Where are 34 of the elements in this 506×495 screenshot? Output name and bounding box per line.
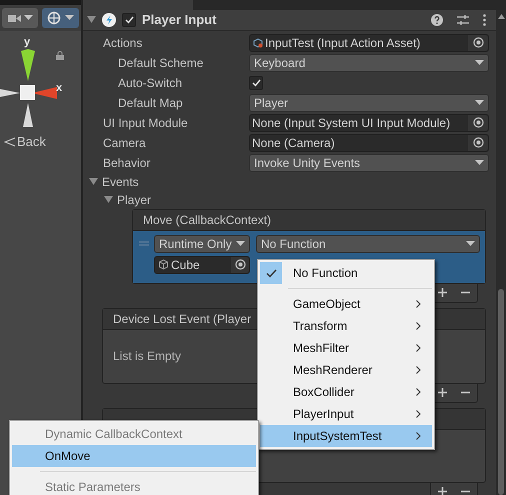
property-label: Auto-Switch [117, 74, 184, 92]
back-link[interactable]: Back [4, 132, 46, 152]
property-label: Camera [103, 134, 147, 152]
property-label: Default Map [117, 94, 184, 112]
dropdown[interactable]: Invoke Unity Events [249, 154, 489, 172]
submenu-item[interactable]: MeshFilter [260, 337, 432, 359]
function-dropdown[interactable]: No Function [256, 234, 480, 252]
y-axis-label: y [24, 35, 30, 50]
property-label: Behavior [103, 154, 152, 172]
menu-section-header: Dynamic CallbackContext [45, 426, 182, 443]
component-header[interactable]: Player Input [83, 10, 496, 30]
object-field[interactable]: None (Camera) [249, 134, 489, 152]
property-label: Actions [103, 34, 144, 52]
object-field[interactable]: None (Input System UI Input Module) [249, 114, 489, 132]
menu-item[interactable]: No Function [260, 262, 432, 284]
submenu-item[interactable]: InputSystemTest [260, 425, 432, 447]
component-title: Player Input [142, 11, 218, 29]
property-label: UI Input Module [103, 114, 189, 132]
event-title: Move (CallbackContext) [133, 210, 485, 230]
object-field[interactable]: InputTest (Input Action Asset) [249, 34, 489, 52]
menu-item[interactable]: OnMove [12, 445, 256, 467]
submenu-item[interactable]: PlayerInput [260, 403, 432, 425]
dropdown[interactable]: Player [249, 94, 489, 112]
empty-list-text: List is Empty [113, 348, 182, 365]
menu-section-header: Static Parameters [45, 479, 140, 495]
object-field[interactable]: Cube [154, 256, 250, 274]
group-label: Player [117, 192, 152, 208]
dropdown[interactable]: Keyboard [249, 54, 489, 72]
x-axis-label: x [56, 81, 62, 96]
events-label: Events [102, 174, 139, 190]
submenu-item[interactable]: MeshRenderer [260, 359, 432, 381]
property-label: Default Scheme [117, 54, 204, 72]
runtime-dropdown[interactable]: Runtime Only [154, 234, 250, 252]
submenu-item[interactable]: BoxCollider [260, 381, 432, 403]
